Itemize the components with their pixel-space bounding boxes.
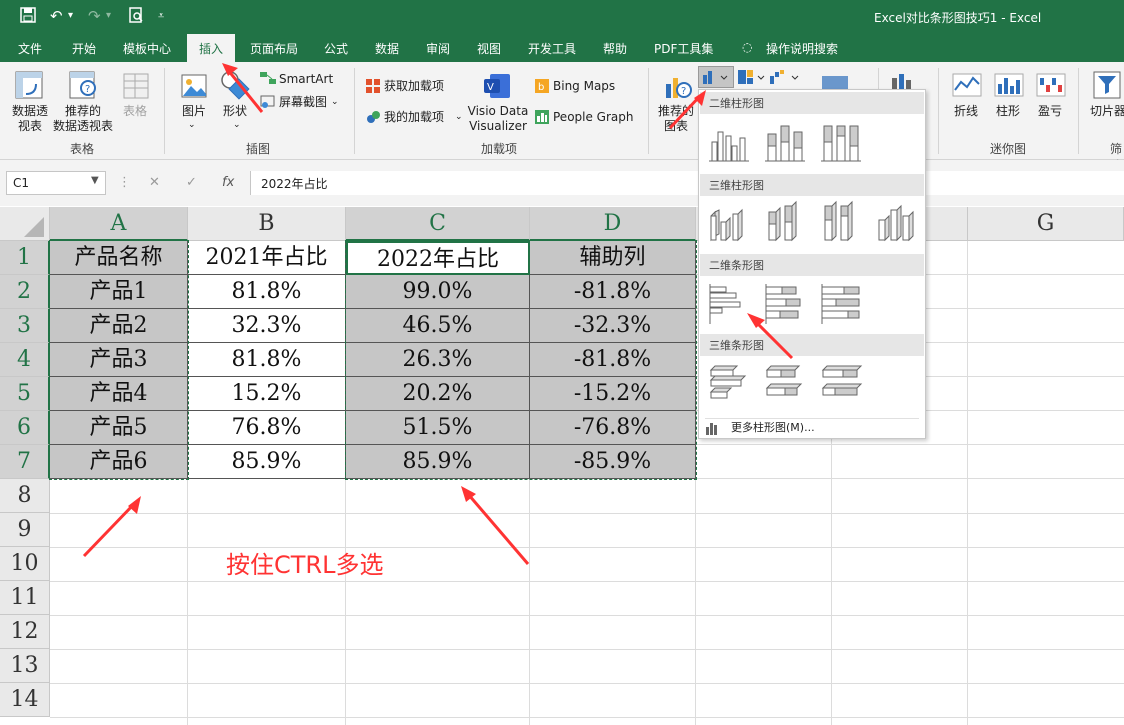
annotation-arrows bbox=[82, 63, 794, 565]
annotation-text: 按住CTRL多选 bbox=[226, 551, 384, 579]
